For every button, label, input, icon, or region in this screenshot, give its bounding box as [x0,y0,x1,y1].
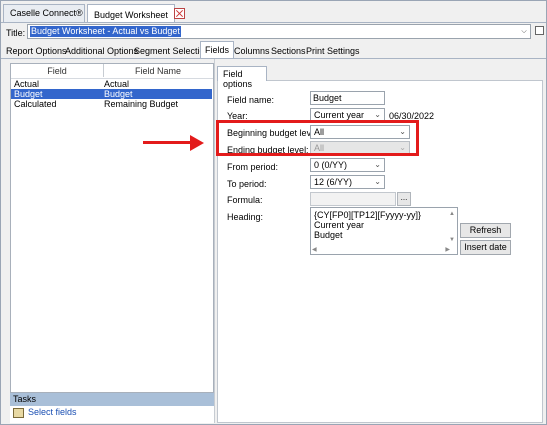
tab-label: Additional Options [65,46,139,56]
scroll-up-icon[interactable]: ▲ [449,209,455,219]
select-fields-icon[interactable] [13,408,24,418]
doc-tab-label: Caselle Connect® [10,8,83,18]
scroll-down-icon[interactable]: ▼ [449,235,455,245]
insert-date-button[interactable]: Insert date [460,240,511,255]
vertical-scrollbar[interactable]: ▲ ▼ [448,209,456,245]
heading-label: Heading: [227,212,264,222]
formula-label: Formula: [227,195,263,205]
table-row-cell-field[interactable]: Actual [14,79,39,89]
tab-field-options[interactable]: Field options [217,66,267,89]
table-row-cell-name[interactable]: Budget [104,89,133,99]
tab-label: Segment Selection [134,46,210,56]
annotation-arrow-shaft [143,141,193,144]
horizontal-scrollbar[interactable]: ◀ ▶ [312,245,450,253]
heading-line: Current year [314,220,365,230]
doc-tab-budget-worksheet[interactable]: Budget Worksheet [87,4,185,23]
field-name-input[interactable]: Budget [310,91,385,105]
chevron-down-icon[interactable]: ⌵ [519,26,529,37]
close-icon[interactable] [173,8,185,19]
column-header-field[interactable]: Field [11,66,103,76]
title-checkbox[interactable] [535,26,544,35]
select-fields-link[interactable]: Select fields [28,407,77,417]
title-input[interactable]: Budget Worksheet - Actual vs Budget ⌵ [27,24,531,39]
scroll-right-icon[interactable]: ▶ [445,245,450,255]
heading-line: {CY[FP0][TP12][Fyyyy-yy]} [314,210,422,220]
tasks-header: Tasks [10,393,214,406]
tab-print-settings[interactable]: Print Settings [302,43,364,59]
table-row-cell-field[interactable]: Budget [14,89,43,99]
title-label: Title: [6,28,26,38]
refresh-button[interactable]: Refresh [460,223,511,238]
panel-splitter[interactable] [214,59,215,423]
chevron-down-icon: ⌄ [374,160,381,169]
tab-fields[interactable]: Fields [200,41,235,59]
to-period-label: To period: [227,179,267,189]
table-row-cell-name[interactable]: Actual [104,79,129,89]
tab-label: Columns [234,46,270,56]
from-period-select[interactable]: 0 (0/YY) ⌄ [310,158,385,172]
table-row-cell-name[interactable]: Remaining Budget [104,99,178,109]
tab-label: Print Settings [306,46,360,56]
formula-browse-button[interactable]: ... [397,192,411,206]
column-header-field-name[interactable]: Field Name [104,66,212,76]
chevron-down-icon: ⌄ [374,110,381,119]
to-period-value: 12 (6/YY) [314,177,353,187]
chevron-down-icon: ⌄ [374,177,381,186]
tab-divider [0,58,547,59]
formula-input[interactable] [310,192,396,206]
heading-textarea[interactable]: {CY[FP0][TP12][Fyyyy-yy]} Current year B… [310,207,458,255]
year-select-value: Current year [314,110,365,120]
doc-tab-caselle-connect[interactable]: Caselle Connect® [3,4,85,22]
fields-list [10,63,214,393]
field-name-label: Field name: [227,95,275,105]
tab-divider [0,22,547,23]
from-period-label: From period: [227,162,279,172]
scroll-left-icon[interactable]: ◀ [312,245,317,255]
tab-label: Fields [205,45,230,55]
from-period-value: 0 (0/YY) [314,160,348,170]
heading-line: Budget [314,230,343,240]
title-input-value: Budget Worksheet - Actual vs Budget [30,26,181,37]
to-period-select[interactable]: 12 (6/YY) ⌄ [310,175,385,189]
tab-label: Sections [271,46,306,56]
doc-tab-label: Budget Worksheet [94,10,168,20]
table-row-cell-field[interactable]: Calculated [14,99,57,109]
tab-label: Report Options [6,46,67,56]
annotation-arrow-icon [190,135,204,151]
annotation-highlight-box [216,120,419,156]
